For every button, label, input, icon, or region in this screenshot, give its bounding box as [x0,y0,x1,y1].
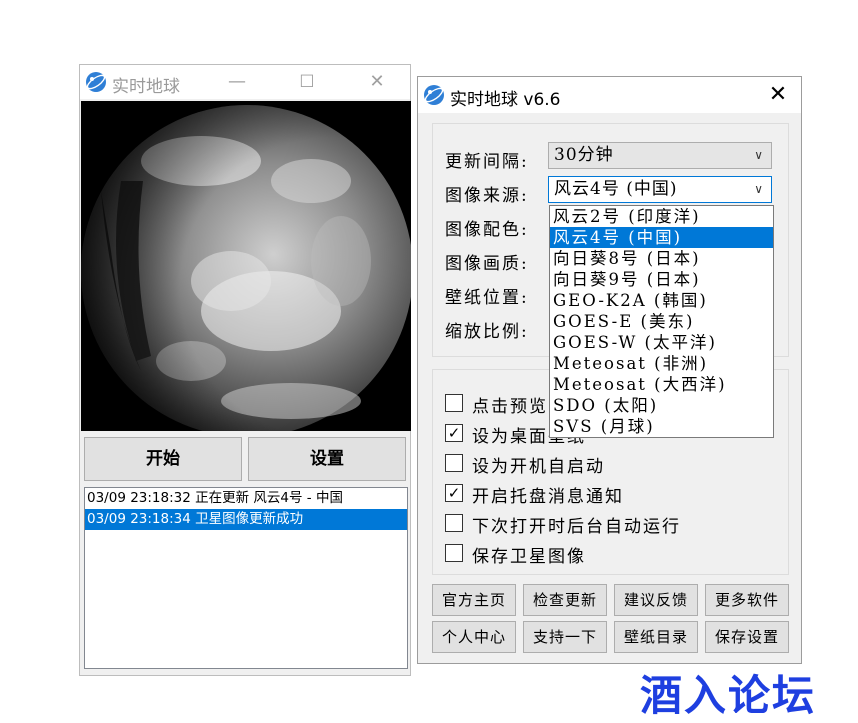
image-quality-label: 图像画质: [445,254,529,274]
minimize-button[interactable]: — [214,65,260,99]
earth-logo-icon [86,72,106,92]
dropdown-option[interactable]: Meteosat (大西洋) [550,374,773,395]
chevron-down-icon: ∨ [754,182,763,196]
earth-preview-image [81,101,411,431]
start-button[interactable]: 开始 [84,437,242,481]
wallpaper-position-label: 壁纸位置: [445,288,529,308]
zoom-ratio-label: 缩放比例: [445,322,529,342]
dropdown-option[interactable]: GEO-K2A (韩国) [550,290,773,311]
dropdown-option-selected[interactable]: 风云4号 (中国) [550,227,773,248]
checkmark-icon[interactable]: ✓ [445,424,463,442]
dropdown-option[interactable]: GOES-W (太平洋) [550,332,773,353]
preview-window: 实时地球 — ☐ ✕ 开始 设置 03/09 23:18:32 正在更新 风云4… [79,64,411,676]
settings-button[interactable]: 设置 [248,437,406,481]
wallpaper-folder-button[interactable]: 壁纸目录 [614,621,698,653]
log-item[interactable]: 03/09 23:18:32 正在更新 风云4号 - 中国 [85,488,407,509]
checkbox-label: 保存卫星图像 [472,547,586,567]
dropdown-option[interactable]: 向日葵9号 (日本) [550,269,773,290]
watermark-text: 酒入论坛 [640,671,817,720]
checkbox-label: 开启托盘消息通知 [472,487,624,507]
checkbox-label: 下次打开时后台自动运行 [472,517,681,537]
log-item-selected[interactable]: 03/09 23:18:34 卫星图像更新成功 [85,509,407,530]
image-source-label: 图像来源: [445,186,529,206]
dropdown-option[interactable]: GOES-E (美东) [550,311,773,332]
close-button[interactable]: ✕ [354,65,400,99]
close-button[interactable]: ✕ [755,77,801,113]
image-source-dropdown[interactable]: 风云2号 (印度洋) 风云4号 (中国) 向日葵8号 (日本) 向日葵9号 (日… [549,205,774,438]
user-center-button[interactable]: 个人中心 [432,621,516,653]
update-interval-select[interactable]: 30分钟 ∨ [548,142,772,169]
support-button[interactable]: 支持一下 [523,621,607,653]
window-title: 实时地球 [112,77,180,97]
image-color-label: 图像配色: [445,220,529,240]
check-update-button[interactable]: 检查更新 [523,584,607,616]
log-list[interactable]: 03/09 23:18:32 正在更新 风云4号 - 中国 03/09 23:1… [84,487,408,669]
maximize-button[interactable]: ☐ [284,65,330,99]
dropdown-option[interactable]: 向日葵8号 (日本) [550,248,773,269]
chevron-down-icon: ∨ [754,148,763,162]
checkmark-icon[interactable]: ✓ [445,484,463,502]
dropdown-option[interactable]: SVS (月球) [550,416,773,437]
title-bar[interactable]: 实时地球 — ☐ ✕ [80,65,410,99]
dropdown-option[interactable]: Meteosat (非洲) [550,353,773,374]
checkbox-label: 设为开机自启动 [472,457,605,477]
more-software-button[interactable]: 更多软件 [705,584,789,616]
homepage-button[interactable]: 官方主页 [432,584,516,616]
dropdown-option[interactable]: 风云2号 (印度洋) [550,206,773,227]
update-interval-value: 30分钟 [554,145,614,165]
checkbox-box[interactable] [445,394,463,412]
checkbox-box[interactable] [445,514,463,532]
image-source-value: 风云4号 (中国) [554,179,678,199]
checkbox-box[interactable] [445,544,463,562]
image-source-select[interactable]: 风云4号 (中国) ∨ [548,176,772,203]
checkbox-label: 点击预览 [472,397,548,417]
earth-logo-icon [424,85,444,105]
title-bar[interactable]: 实时地球 v6.6 ✕ [418,77,801,113]
dropdown-option[interactable]: SDO (太阳) [550,395,773,416]
checkbox-box[interactable] [445,454,463,472]
update-interval-label: 更新间隔: [445,152,529,172]
save-settings-button[interactable]: 保存设置 [705,621,789,653]
feedback-button[interactable]: 建议反馈 [614,584,698,616]
window-title: 实时地球 v6.6 [450,90,561,110]
